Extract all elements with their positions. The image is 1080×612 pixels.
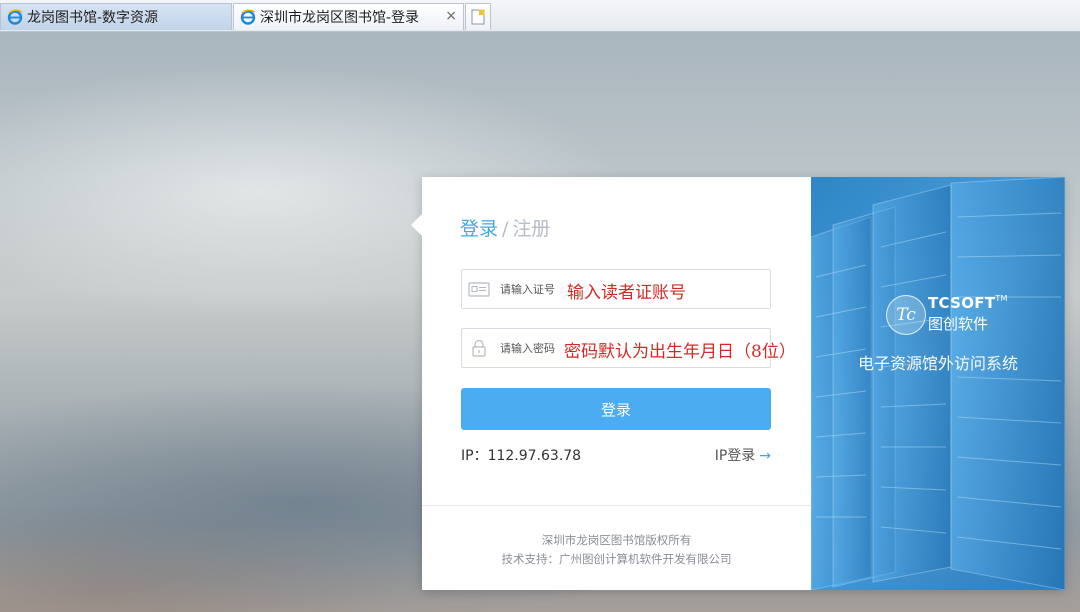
system-name: 电子资源馆外访问系统 bbox=[857, 354, 1018, 373]
tab-register-heading[interactable]: 注册 bbox=[512, 218, 550, 240]
brand-name-en: TCSOFTTM bbox=[928, 294, 1008, 312]
ip-login-link[interactable]: IP登录 → bbox=[715, 445, 771, 465]
new-tab-button[interactable] bbox=[465, 3, 491, 30]
username-annotation: 输入读者证账号 bbox=[567, 283, 686, 303]
password-annotation: 密码默认为出生年月日（8位） bbox=[564, 342, 796, 362]
login-form-panel: 登录/注册 输入读者证账号 bbox=[411, 177, 811, 590]
username-input[interactable] bbox=[500, 270, 560, 308]
password-field[interactable]: 密码默认为出生年月日（8位） bbox=[461, 328, 796, 368]
footer-divider bbox=[422, 505, 811, 506]
tab-label: 龙岗图书馆-数字资源 bbox=[27, 10, 159, 26]
brand-name-en-text: TCSOFT bbox=[928, 294, 996, 312]
browser-tab-bar: 龙岗图书馆-数字资源 深圳市龙岗区图书馆-登录 × bbox=[0, 0, 1080, 32]
password-input[interactable] bbox=[500, 329, 560, 367]
server-racks-illustration bbox=[811, 177, 1065, 590]
ie-browser-icon bbox=[240, 9, 256, 25]
copyright-footer: 深圳市龙岗区图书馆版权所有 技术支持：广州图创计算机软件开发有限公司 bbox=[422, 531, 811, 569]
tab-login[interactable]: 深圳市龙岗区图书馆-登录 × bbox=[233, 3, 464, 30]
ie-browser-icon bbox=[7, 9, 23, 25]
heading-separator: / bbox=[502, 218, 509, 240]
form-heading: 登录 / 注册 bbox=[460, 214, 550, 241]
ip-address: IP：112.97.63.78 bbox=[461, 448, 582, 464]
brand-name-cn: 图创软件 bbox=[928, 315, 989, 333]
copyright-text: 深圳市龙岗区图书馆版权所有 bbox=[541, 533, 692, 547]
card-notch bbox=[411, 214, 422, 236]
trademark-mark: TM bbox=[995, 294, 1008, 303]
tech-support-text: 技术支持：广州图创计算机软件开发有限公司 bbox=[501, 552, 732, 566]
tab-digital-resources[interactable]: 龙岗图书馆-数字资源 bbox=[0, 3, 232, 30]
new-tab-icon bbox=[471, 9, 485, 25]
tab-login-heading[interactable]: 登录 bbox=[460, 218, 498, 240]
login-button[interactable]: 登录 bbox=[461, 388, 771, 430]
ip-login-label: IP登录 bbox=[714, 448, 756, 464]
close-tab-icon[interactable]: × bbox=[445, 8, 457, 24]
lock-icon bbox=[468, 339, 490, 361]
tab-label: 深圳市龙岗区图书馆-登录 bbox=[260, 10, 420, 26]
arrow-right-icon: → bbox=[759, 448, 771, 464]
tcsoft-logo: Tc bbox=[886, 295, 926, 335]
login-card: 登录/注册 输入读者证账号 bbox=[411, 177, 1065, 590]
username-field[interactable]: 输入读者证账号 bbox=[461, 269, 771, 309]
tcsoft-brand: Tc TCSOFTTM 图创软件 bbox=[886, 292, 1056, 338]
id-card-icon bbox=[468, 280, 490, 302]
brand-panel: Tc TCSOFTTM 图创软件 电子资源馆外访问系统 bbox=[811, 177, 1065, 590]
